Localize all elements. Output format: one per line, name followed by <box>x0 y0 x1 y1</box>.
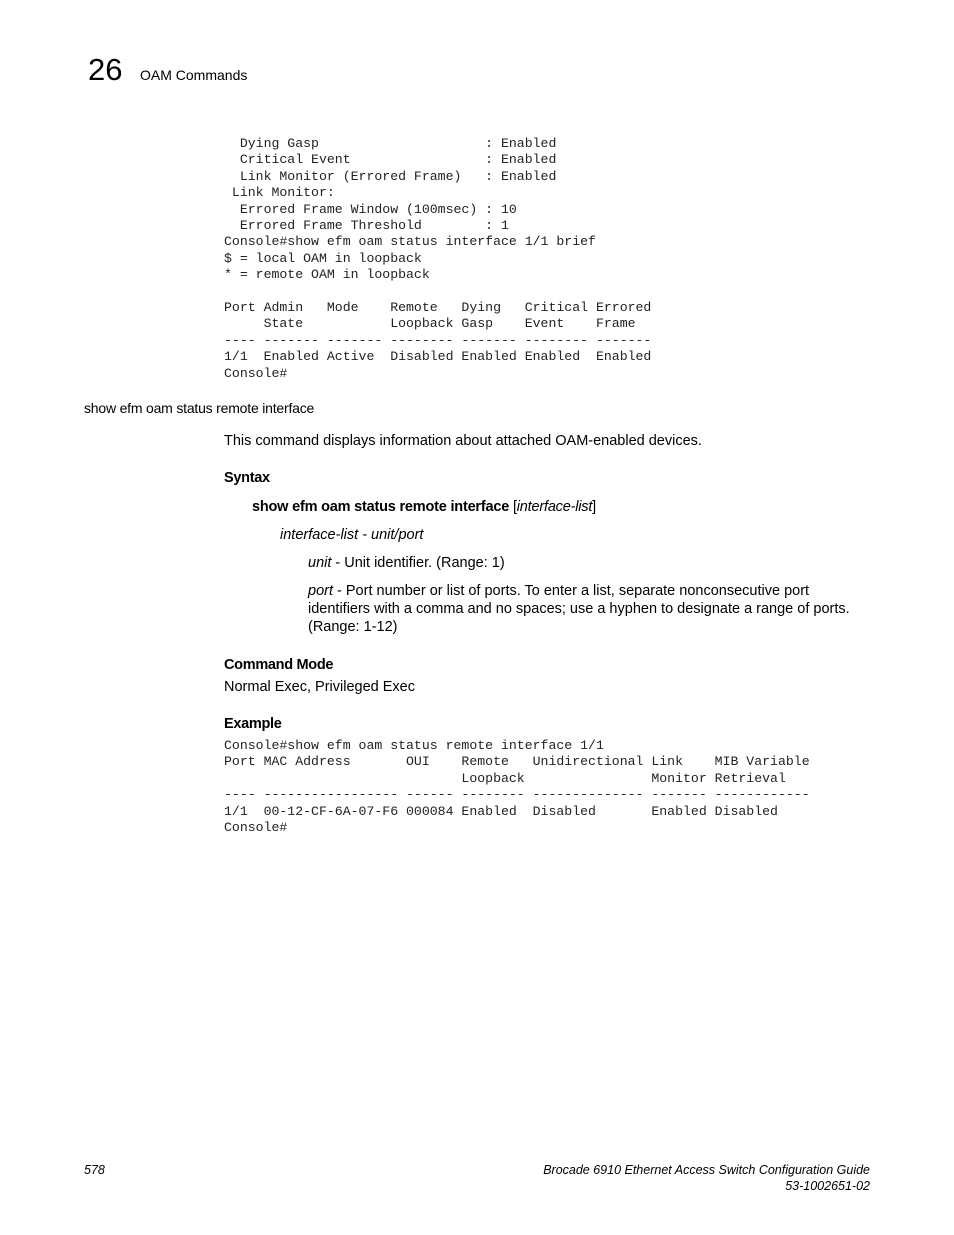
footer-page-number: 578 <box>84 1163 105 1177</box>
syntax-bracket-open: [ <box>509 499 517 515</box>
param-port: port - Port number or list of ports. To … <box>308 582 850 636</box>
port-description-line-3: (Range: 1-12) <box>308 619 398 635</box>
param-unit: unit - Unit identifier. (Range: 1) <box>308 554 505 572</box>
command-mode-label: Command Mode <box>224 657 334 673</box>
footer-doc-title: Brocade 6910 Ethernet Access Switch Conf… <box>543 1163 870 1177</box>
code-block-example: Console#show efm oam status remote inter… <box>224 738 810 836</box>
param-interface-list: interface-list - unit/port <box>280 527 424 543</box>
footer-doc-number: 53-1002651-02 <box>785 1179 870 1193</box>
syntax-param: interface-list <box>516 499 593 515</box>
syntax-line: show efm oam status remote interface [in… <box>252 498 596 516</box>
chapter-number: 26 <box>88 52 123 87</box>
syntax-label: Syntax <box>224 470 270 486</box>
code-block-status-output: Dying Gasp : Enabled Critical Event : En… <box>224 136 652 381</box>
unit-description: - Unit identifier. (Range: 1) <box>331 555 505 571</box>
example-label: Example <box>224 716 282 732</box>
chapter-title: OAM Commands <box>140 67 248 83</box>
syntax-command: show efm oam status remote interface <box>252 499 510 515</box>
syntax-bracket-close: ] <box>592 499 596 515</box>
command-description: This command displays information about … <box>224 433 702 449</box>
command-mode-value: Normal Exec, Privileged Exec <box>224 679 415 695</box>
port-term: port <box>308 583 333 599</box>
command-heading: show efm oam status remote interface <box>84 400 315 416</box>
port-description-line-1: - Port number or list of ports. To enter… <box>333 583 810 599</box>
port-description-line-2: identifiers with a comma and no spaces; … <box>308 601 850 617</box>
unit-term: unit <box>308 555 332 571</box>
